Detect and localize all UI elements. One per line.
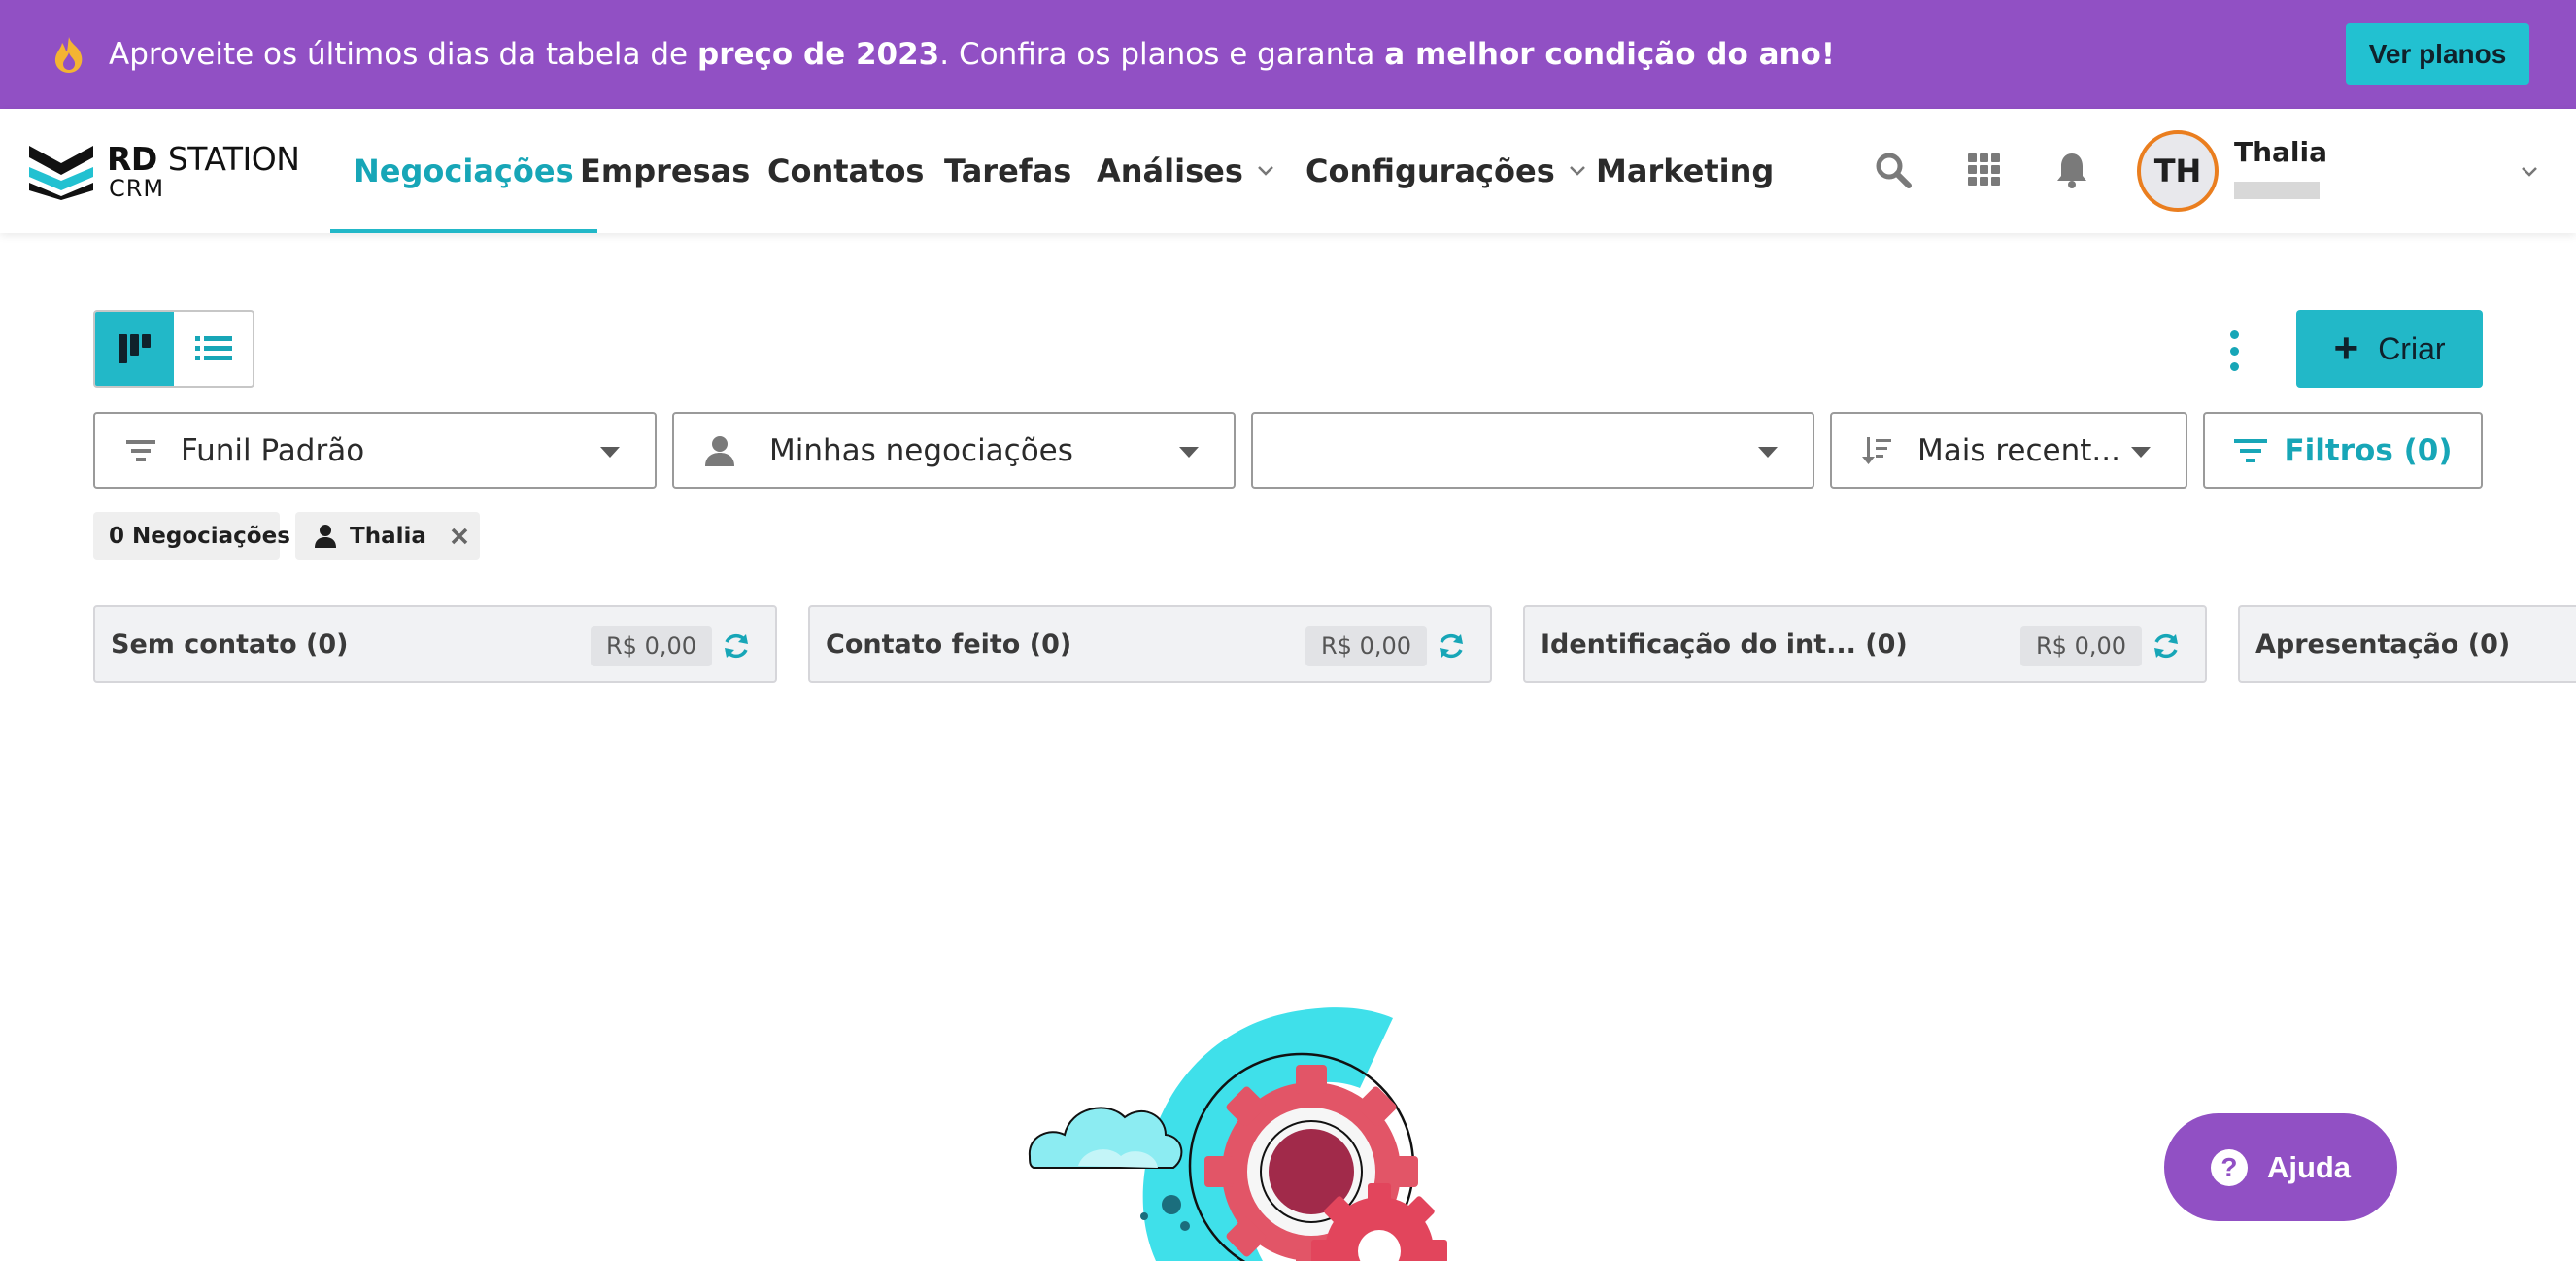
chevron-down-icon [1257,166,1273,176]
column-amount: R$ 0,00 [1305,626,1428,666]
nav-item-negociacoes[interactable]: Negociações [330,109,597,233]
promo-highlight-price: preço de 2023 [697,37,940,72]
owner-select[interactable]: Minhas negociações [672,412,1236,489]
promo-text-part: . Confira os planos e garanta [939,37,1375,72]
close-icon[interactable] [450,527,469,546]
funnel-filter-icon [126,440,155,461]
plus-icon: + [2333,324,2359,372]
nav-item-tarefas[interactable]: Tarefas [944,109,1071,233]
person-icon [315,524,336,548]
user-filter-label: Thalia [350,523,426,549]
logo-sub: CRM [109,175,165,202]
refresh-icon[interactable] [1436,630,1467,662]
nav-item-empresas[interactable]: Empresas [580,109,750,233]
filter-icon [2233,438,2267,462]
pipeline-column: Identificação do int... (0) R$ 0,00 [1523,605,2207,683]
column-title: Identificação do int... (0) [1541,629,1908,660]
list-icon [194,336,232,360]
dropdown-caret-icon [2131,447,2151,458]
deals-count-label: 0 Negociações [109,523,290,549]
pipeline-column: Sem contato (0) R$ 0,00 [93,605,777,683]
logo-brand-bold: RD [107,140,157,178]
pipeline-column: Apresentação (0) [2238,605,2576,683]
dropdown-caret-icon [600,447,620,458]
user-filter-chip: Thalia [295,512,480,560]
apps-grid-icon[interactable] [1962,148,2007,192]
rd-station-logo[interactable]: RD STATION CRM [29,138,311,206]
promo-banner: Aproveite os últimos dias da tabela de p… [0,0,2576,109]
view-toggle [93,310,254,388]
flame-icon [54,37,83,73]
help-button-label: Ajuda [2266,1149,2352,1184]
create-button-label: Criar [2378,330,2446,366]
nav-item-analises[interactable]: Análises [1097,109,1274,233]
column-amount: R$ 0,00 [591,626,713,666]
funnel-select[interactable]: Funil Padrão [93,412,657,489]
view-plans-button[interactable]: Ver planos [2346,23,2529,85]
column-title: Sem contato (0) [111,629,349,660]
nav-item-label: Contatos [767,153,925,189]
nav-item-label: Negociações [354,153,574,189]
deals-count-chip: 0 Negociações [93,512,290,560]
top-nav: RD STATION CRM Negociações Empresas Cont… [0,109,2576,233]
kanban-view-button[interactable] [95,312,174,386]
pipeline-column: Contato feito (0) R$ 0,00 [808,605,1492,683]
help-button[interactable]: ? Ajuda [2164,1113,2397,1221]
chevron-down-icon [1569,166,1585,176]
user-menu-chevron-icon[interactable] [2520,165,2539,179]
nav-item-label: Tarefas [944,153,1072,189]
promo-text: Aproveite os últimos dias da tabela de p… [109,0,1835,109]
refresh-icon[interactable] [2151,630,2182,662]
owner-select-value: Minhas negociações [769,432,1073,468]
sort-icon [1862,437,1891,464]
user-avatar[interactable]: TH [2137,130,2219,212]
user-name[interactable]: Thalia [2234,136,2327,168]
logo-brand-light: STATION [167,140,300,178]
nav-item-marketing[interactable]: Marketing [1596,109,1774,233]
nav-item-label: Marketing [1596,153,1775,189]
bell-icon[interactable] [2050,148,2094,192]
third-select[interactable] [1251,412,1814,489]
filters-button[interactable]: Filtros (0) [2203,412,2483,489]
user-account-placeholder [2234,182,2320,199]
funnel-select-value: Funil Padrão [181,432,365,468]
nav-item-label: Configurações [1305,153,1555,189]
column-amount: R$ 0,00 [2020,626,2143,666]
sort-select-value: Mais recent... [1917,432,2120,468]
rd-logo-mark-icon [29,146,93,200]
refresh-icon[interactable] [721,630,752,662]
nav-item-label: Empresas [580,153,751,189]
dropdown-caret-icon [1179,447,1199,458]
active-tab-underline [330,229,597,233]
question-icon: ? [2210,1148,2248,1186]
promo-text-part: Aproveite os últimos dias da tabela de [109,37,689,72]
promo-highlight-condition: a melhor condição do ano! [1384,37,1835,72]
logo-brand: RD STATION [107,140,300,178]
nav-item-contatos[interactable]: Contatos [767,109,924,233]
empty-state-illustration [1028,1007,1447,1261]
column-title: Apresentação (0) [2255,629,2511,660]
nav-item-label: Análises [1097,153,1243,189]
person-icon [705,436,734,466]
search-icon[interactable] [1871,148,1915,192]
more-options-icon[interactable] [2220,330,2248,371]
nav-item-configuracoes[interactable]: Configurações [1305,109,1586,233]
filters-button-label: Filtros (0) [2284,432,2453,468]
column-title: Contato feito (0) [826,629,1072,660]
sort-select[interactable]: Mais recent... [1830,412,2187,489]
dropdown-caret-icon [1758,447,1778,458]
list-view-button[interactable] [174,312,253,386]
create-button[interactable]: + Criar [2296,310,2483,388]
kanban-icon [118,334,151,363]
